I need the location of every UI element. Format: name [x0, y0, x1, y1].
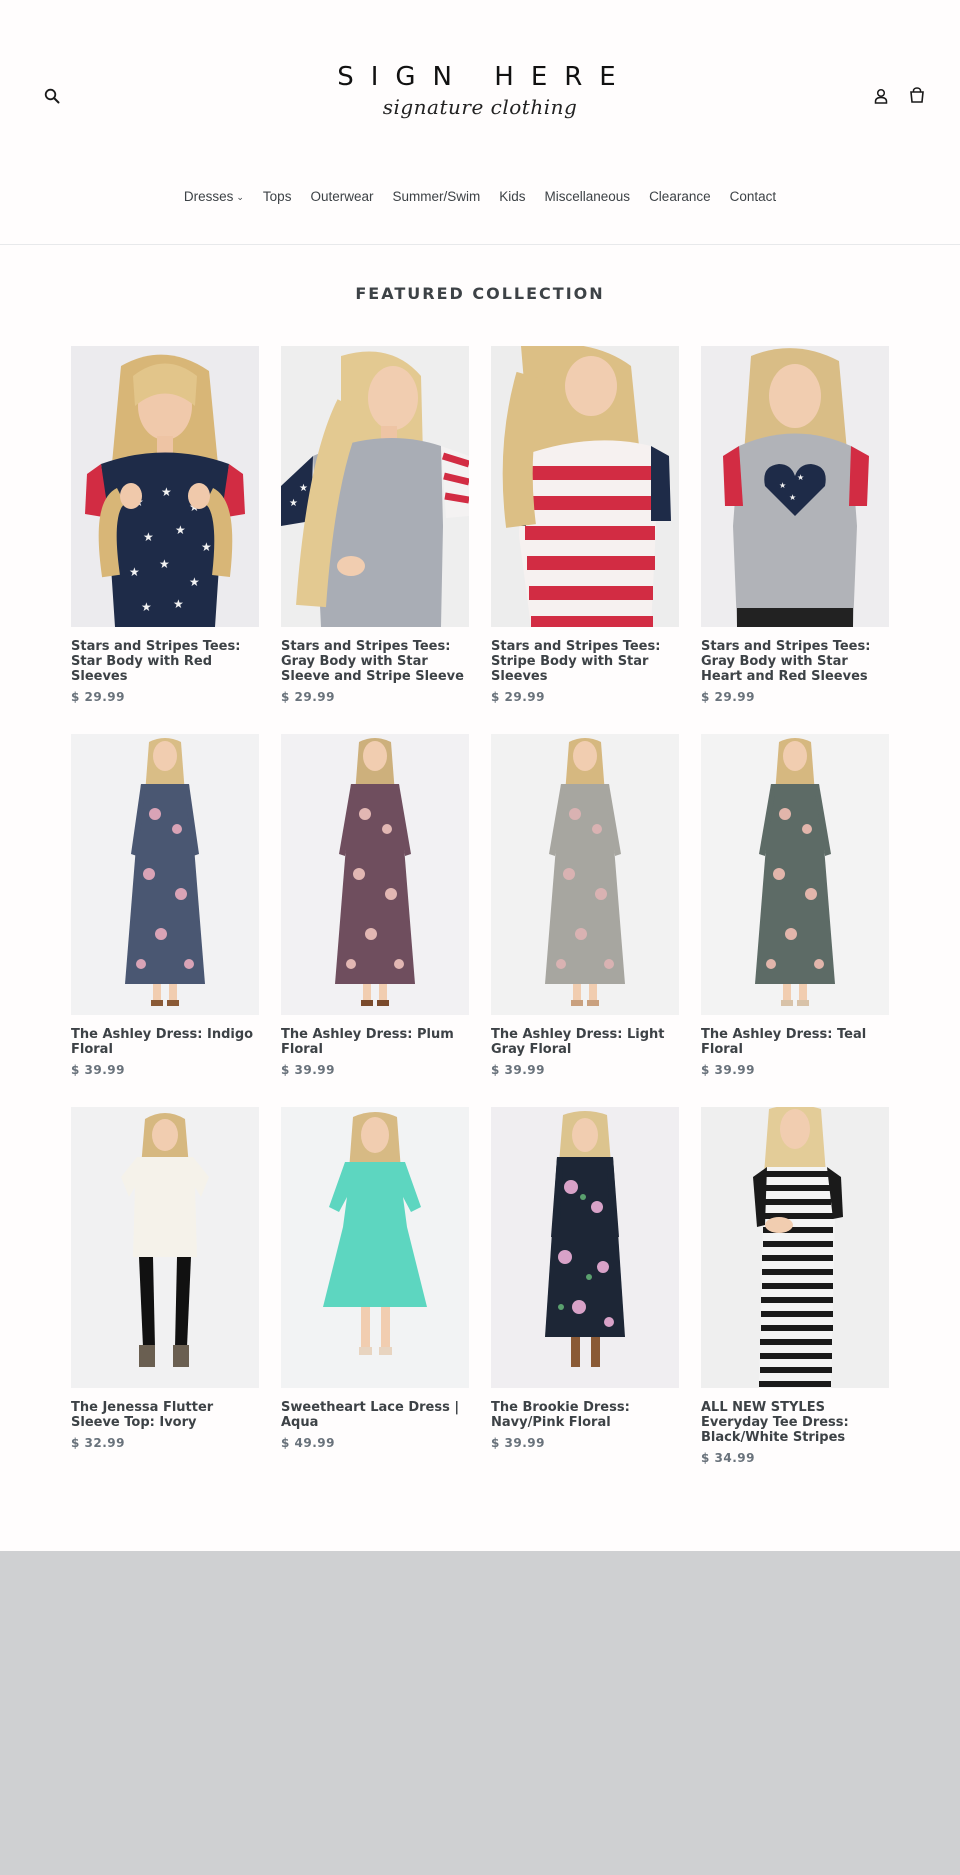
product-image[interactable]: [701, 1107, 889, 1388]
product-card[interactable]: The Ashley Dress: Indigo Floral $ 39.99: [71, 734, 259, 1077]
logo-tagline: signature clothing: [382, 95, 578, 119]
product-price: $ 39.99: [491, 1436, 545, 1450]
nav-item-summer-swim[interactable]: Summer/Swim: [383, 186, 490, 208]
svg-text:★: ★: [789, 493, 796, 502]
product-price: $ 49.99: [281, 1436, 335, 1450]
product-card[interactable]: ★★★ ★★★ ★★★ ★★ Stars and Stripes Tees: S…: [71, 346, 259, 704]
svg-text:★: ★: [201, 540, 212, 554]
nav-item-dresses[interactable]: Dresses ⌄: [174, 186, 253, 208]
svg-text:★: ★: [173, 597, 184, 611]
product-card[interactable]: The Ashley Dress: Plum Floral $ 39.99: [281, 734, 469, 1077]
site-logo[interactable]: SIGN HERE signature clothing: [320, 62, 640, 142]
product-title[interactable]: ALL NEW STYLES Everyday Tee Dress: Black…: [701, 1400, 889, 1445]
svg-text:★: ★: [189, 575, 200, 589]
chevron-down-icon: ⌄: [236, 192, 244, 202]
product-price: $ 29.99: [71, 690, 125, 704]
product-price: $ 32.99: [71, 1436, 125, 1450]
product-card[interactable]: ★ ★ ★ Stars and Stripes Tees: Gray Body …: [701, 346, 889, 704]
product-title[interactable]: Stars and Stripes Tees: Stripe Body with…: [491, 639, 679, 684]
nav-item-outerwear[interactable]: Outerwear: [301, 186, 383, 208]
product-title[interactable]: The Brookie Dress: Navy/Pink Floral: [491, 1400, 679, 1430]
product-image[interactable]: [281, 734, 469, 1015]
main-navigation: Dresses ⌄ Tops Outerwear Summer/Swim Kids…: [0, 186, 960, 208]
product-price: $ 39.99: [491, 1063, 545, 1077]
product-price: $ 29.99: [491, 690, 545, 704]
product-card[interactable]: The Jenessa Flutter Sleeve Top: Ivory $ …: [71, 1107, 259, 1450]
cart-icon: [910, 87, 924, 103]
account-button[interactable]: [870, 84, 892, 108]
product-card[interactable]: The Ashley Dress: Teal Floral $ 39.99: [701, 734, 889, 1077]
svg-text:★: ★: [175, 523, 186, 537]
nav-item-label: Dresses: [183, 189, 234, 204]
svg-text:★: ★: [141, 600, 152, 614]
product-title[interactable]: The Jenessa Flutter Sleeve Top: Ivory: [71, 1400, 259, 1430]
section-title: FEATURED COLLECTION: [355, 284, 605, 303]
product-image[interactable]: [491, 734, 679, 1015]
product-price: $ 39.99: [281, 1063, 335, 1077]
product-image[interactable]: [491, 346, 679, 627]
product-card[interactable]: The Brookie Dress: Navy/Pink Floral $ 39…: [491, 1107, 679, 1450]
product-image[interactable]: [281, 1107, 469, 1388]
product-image[interactable]: [71, 1107, 259, 1388]
product-image[interactable]: [71, 734, 259, 1015]
product-image[interactable]: [701, 734, 889, 1015]
product-title[interactable]: Stars and Stripes Tees: Gray Body with S…: [281, 639, 469, 684]
svg-text:★: ★: [299, 483, 308, 494]
product-card[interactable]: Stars and Stripes Tees: Stripe Body with…: [491, 346, 679, 704]
logo-wordmark: SIGN HERE: [337, 62, 633, 92]
svg-text:★: ★: [159, 557, 170, 571]
product-title[interactable]: Stars and Stripes Tees: Star Body with R…: [71, 639, 259, 684]
svg-text:★: ★: [143, 530, 154, 544]
site-footer: [0, 1551, 960, 1875]
product-card[interactable]: ALL NEW STYLES Everyday Tee Dress: Black…: [701, 1107, 889, 1465]
cart-button[interactable]: [905, 83, 929, 107]
svg-text:★: ★: [779, 481, 786, 490]
product-title[interactable]: Stars and Stripes Tees: Gray Body with S…: [701, 639, 889, 684]
product-card[interactable]: Sweetheart Lace Dress | Aqua $ 49.99: [281, 1107, 469, 1450]
search-button[interactable]: [40, 84, 64, 108]
product-title[interactable]: The Ashley Dress: Indigo Floral: [71, 1027, 259, 1057]
product-price: $ 29.99: [281, 690, 335, 704]
nav-item-kids[interactable]: Kids: [490, 186, 535, 208]
product-title[interactable]: The Ashley Dress: Plum Floral: [281, 1027, 469, 1057]
product-image[interactable]: ★ ★: [281, 346, 469, 627]
product-image[interactable]: [491, 1107, 679, 1388]
product-price: $ 29.99: [701, 690, 755, 704]
svg-text:★: ★: [161, 485, 172, 499]
svg-text:★: ★: [289, 498, 298, 509]
product-card[interactable]: The Ashley Dress: Light Gray Floral $ 39…: [491, 734, 679, 1077]
site-header: SIGN HERE signature clothing Dresses ⌄ To…: [0, 0, 960, 245]
nav-item-contact[interactable]: Contact: [720, 186, 786, 208]
nav-item-miscellaneous[interactable]: Miscellaneous: [535, 186, 640, 208]
product-title[interactable]: The Ashley Dress: Light Gray Floral: [491, 1027, 679, 1057]
nav-item-tops[interactable]: Tops: [253, 186, 301, 208]
product-price: $ 39.99: [701, 1063, 755, 1077]
nav-item-clearance[interactable]: Clearance: [640, 186, 721, 208]
product-title[interactable]: Sweetheart Lace Dress | Aqua: [281, 1400, 469, 1430]
account-icon: [874, 88, 888, 104]
product-price: $ 39.99: [71, 1063, 125, 1077]
product-price: $ 34.99: [701, 1451, 755, 1465]
svg-text:★: ★: [797, 473, 804, 482]
svg-text:★: ★: [129, 565, 140, 579]
product-image[interactable]: ★★★ ★★★ ★★★ ★★: [71, 346, 259, 627]
search-icon: [44, 88, 60, 104]
product-image[interactable]: ★ ★ ★: [701, 346, 889, 627]
product-card[interactable]: ★ ★ Stars and Stripes Tees: Gray Body wit…: [281, 346, 469, 704]
product-title[interactable]: The Ashley Dress: Teal Floral: [701, 1027, 889, 1057]
